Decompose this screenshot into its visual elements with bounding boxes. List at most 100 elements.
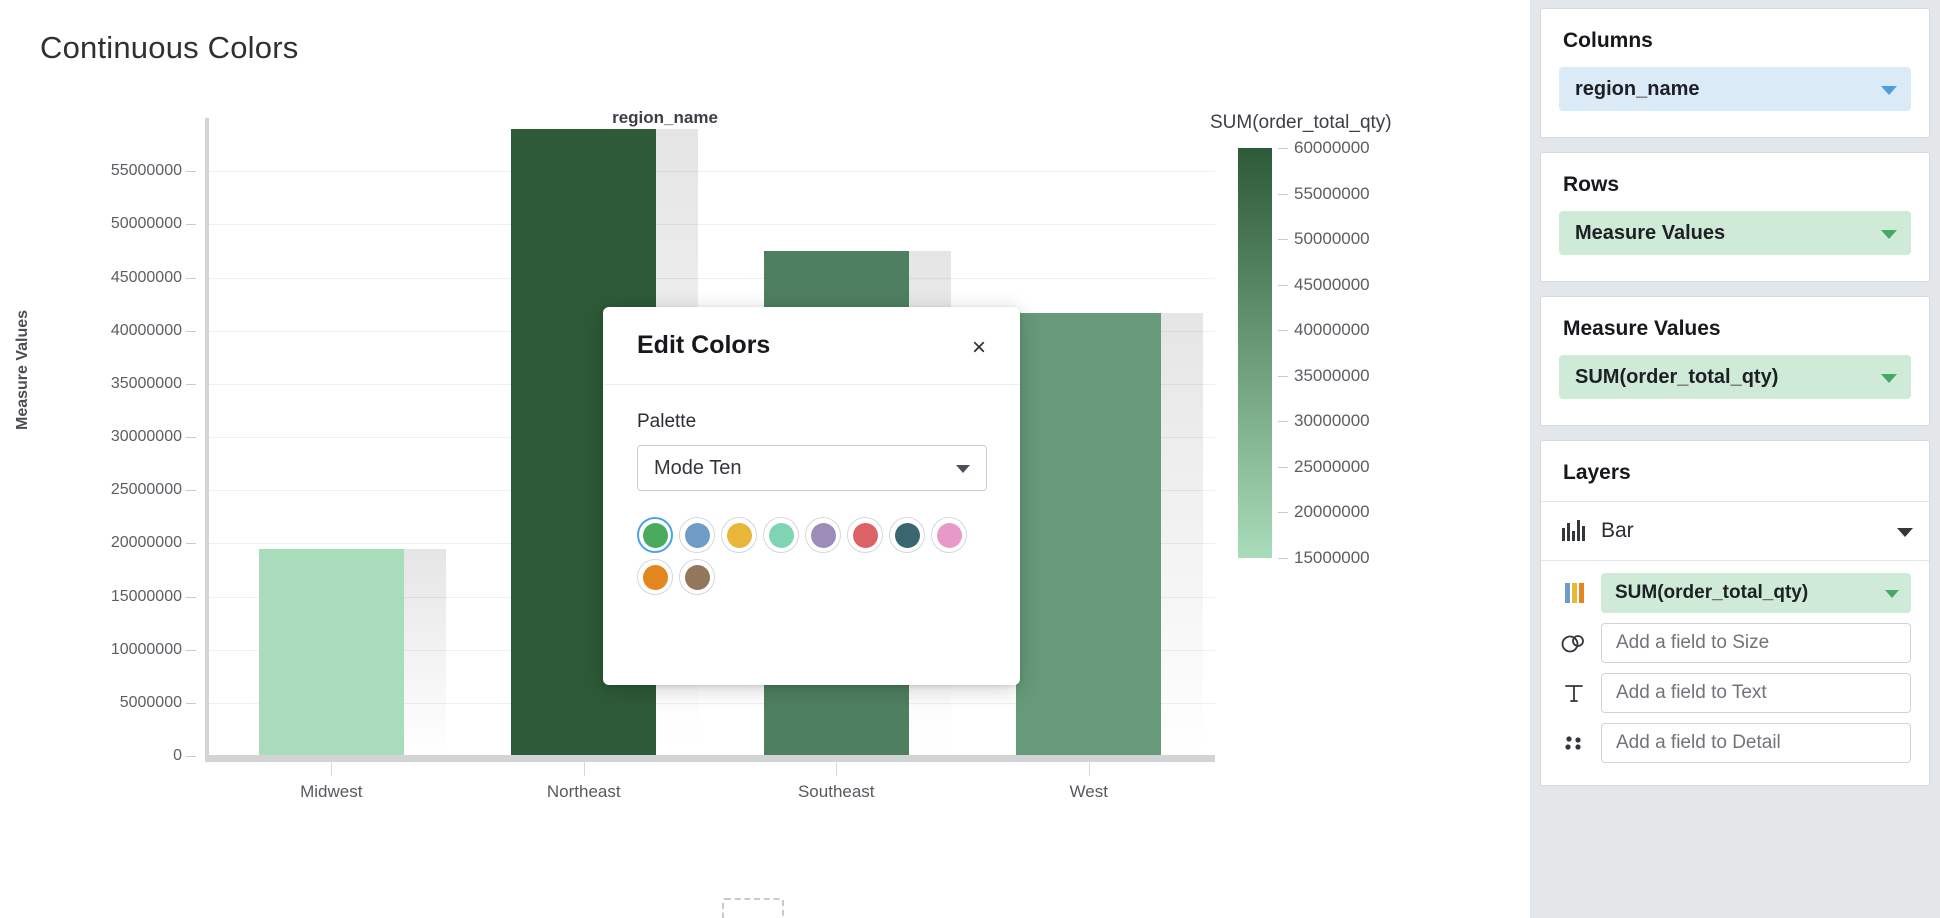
y-tick-mark bbox=[186, 490, 196, 492]
mark-type-row[interactable]: Bar bbox=[1541, 501, 1929, 560]
x-tick-mark bbox=[583, 762, 585, 776]
color-swatch-dot bbox=[894, 522, 920, 548]
legend-tick-mark bbox=[1278, 558, 1288, 559]
y-tick-label: 40000000 bbox=[110, 321, 182, 339]
bar-shadow bbox=[403, 548, 446, 756]
legend-tick-label: 20000000 bbox=[1294, 502, 1370, 522]
chevron-down-icon bbox=[1881, 86, 1897, 95]
y-tick-mark bbox=[186, 277, 196, 279]
x-tick-mark bbox=[836, 762, 838, 776]
color-swatch-dot bbox=[768, 522, 794, 548]
legend-title: SUM(order_total_qty) bbox=[1210, 112, 1392, 133]
color-swatch-teal[interactable] bbox=[889, 517, 925, 553]
y-tick-label: 20000000 bbox=[110, 534, 182, 552]
dialog-body: Palette Mode Ten bbox=[603, 385, 1020, 595]
color-swatch-dot bbox=[684, 522, 710, 548]
y-tick-label: 25000000 bbox=[110, 481, 182, 499]
dialog-header: Edit Colors × bbox=[603, 307, 1020, 385]
y-tick-label: 55000000 bbox=[110, 162, 182, 180]
legend-tick-mark bbox=[1278, 239, 1288, 241]
measure-values-panel: Measure Values SUM(order_total_qty) bbox=[1540, 296, 1930, 426]
shelf-row: Add a field to Detail bbox=[1559, 723, 1911, 763]
measure-values-field-label: SUM(order_total_qty) bbox=[1575, 365, 1779, 388]
palette-select[interactable]: Mode Ten bbox=[637, 445, 987, 491]
color-swatch-dot bbox=[810, 522, 836, 548]
x-axis-line bbox=[205, 755, 1215, 762]
edit-colors-dialog: Edit Colors × Palette Mode Ten bbox=[603, 307, 1020, 685]
color-swatch-brown[interactable] bbox=[679, 559, 715, 595]
color-swatch-pink[interactable] bbox=[931, 517, 967, 553]
color-swatch-dot bbox=[936, 522, 962, 548]
legend-tick-mark bbox=[1278, 466, 1288, 468]
x-tick-mark bbox=[331, 762, 333, 776]
y-tick-label: 0 bbox=[173, 747, 182, 764]
legend-tick-mark bbox=[1278, 148, 1288, 149]
legend-tick-mark bbox=[1278, 193, 1288, 195]
color-swatch-dot bbox=[642, 564, 668, 590]
color-swatch-orange[interactable] bbox=[637, 559, 673, 595]
color-legend: SUM(order_total_qty) 60000000 55000000 500… bbox=[1210, 112, 1510, 567]
palette-swatches bbox=[637, 517, 993, 595]
shelf-row: SUM(order_total_qty) bbox=[1559, 573, 1911, 613]
bar[interactable] bbox=[258, 548, 404, 756]
x-tick-label: Northeast bbox=[546, 782, 621, 801]
page-title: Continuous Colors bbox=[40, 30, 299, 65]
shelf-row: Add a field to Text bbox=[1559, 673, 1911, 713]
y-tick-mark bbox=[186, 171, 196, 173]
shelf-field-label: SUM(order_total_qty) bbox=[1615, 582, 1809, 603]
y-tick-label: 50000000 bbox=[110, 215, 182, 233]
rows-field-label: Measure Values bbox=[1575, 221, 1726, 244]
y-tick-mark bbox=[186, 649, 196, 651]
color-swatch-purple[interactable] bbox=[805, 517, 841, 553]
y-tick-label: 15000000 bbox=[110, 587, 182, 605]
bar-shadow bbox=[1161, 312, 1204, 756]
y-tick-label: 30000000 bbox=[110, 428, 182, 445]
y-tick-mark bbox=[186, 383, 196, 385]
color-swatch-blue[interactable] bbox=[679, 517, 715, 553]
text-icon bbox=[1559, 678, 1589, 708]
shelf-field-empty[interactable]: Add a field to Text bbox=[1601, 673, 1911, 713]
shelf-field-filled[interactable]: SUM(order_total_qty) bbox=[1601, 573, 1911, 613]
measure-values-panel-title: Measure Values bbox=[1563, 317, 1721, 340]
color-swatch-red[interactable] bbox=[847, 517, 883, 553]
columns-field-pill[interactable]: region_name bbox=[1559, 67, 1911, 111]
measure-values-field-pill[interactable]: SUM(order_total_qty) bbox=[1559, 355, 1911, 399]
visualization-builder: Continuous Colors region_name Measure Va… bbox=[0, 0, 1940, 918]
right-sidebar: Columns region_name Rows Measure Values … bbox=[1530, 0, 1940, 918]
drop-zone-placeholder[interactable] bbox=[722, 898, 784, 918]
x-tick-label: Midwest bbox=[300, 782, 363, 801]
close-icon[interactable]: × bbox=[966, 335, 992, 361]
legend-tick-label: 35000000 bbox=[1294, 365, 1370, 385]
legend-tick-mark bbox=[1278, 330, 1288, 332]
columns-panel-title: Columns bbox=[1563, 29, 1653, 52]
shelf-field-empty[interactable]: Add a field to Detail bbox=[1601, 723, 1911, 763]
color-swatch-yellow[interactable] bbox=[721, 517, 757, 553]
y-tick-label: 5000000 bbox=[119, 693, 182, 711]
color-icon bbox=[1559, 578, 1589, 608]
chevron-down-icon bbox=[1885, 590, 1899, 598]
color-swatch-green[interactable] bbox=[637, 517, 673, 553]
x-tick-label: West bbox=[1069, 782, 1108, 801]
rows-field-pill[interactable]: Measure Values bbox=[1559, 211, 1911, 255]
y-tick-label: 35000000 bbox=[110, 374, 182, 392]
color-swatch-mint[interactable] bbox=[763, 517, 799, 553]
bar[interactable] bbox=[1016, 312, 1162, 756]
shelf-field-label: Add a field to Size bbox=[1616, 632, 1770, 653]
legend-tick-mark bbox=[1278, 375, 1288, 377]
shelf-field-label: Add a field to Detail bbox=[1616, 732, 1781, 753]
y-tick-label: 45000000 bbox=[110, 268, 182, 286]
chevron-down-icon bbox=[1881, 374, 1897, 383]
legend-tick-labels: 60000000 55000000 50000000 45000000 40000000… bbox=[1278, 138, 1478, 567]
y-tick-mark bbox=[186, 596, 196, 598]
chevron-down-icon bbox=[1881, 230, 1897, 239]
y-axis-tick-labels: 0 5000000 10000000 15000000 20000000 25000000… bbox=[0, 118, 196, 764]
shelf-field-label: Add a field to Text bbox=[1616, 682, 1767, 703]
shelf-field-empty[interactable]: Add a field to Size bbox=[1601, 623, 1911, 663]
chevron-down-icon bbox=[1897, 528, 1913, 537]
legend-gradient-bar bbox=[1238, 148, 1272, 558]
legend-tick-mark bbox=[1278, 284, 1288, 286]
dialog-title: Edit Colors bbox=[637, 331, 771, 359]
x-tick-label: Southeast bbox=[797, 782, 875, 801]
columns-field-label: region_name bbox=[1575, 77, 1700, 100]
size-icon bbox=[1559, 628, 1589, 658]
